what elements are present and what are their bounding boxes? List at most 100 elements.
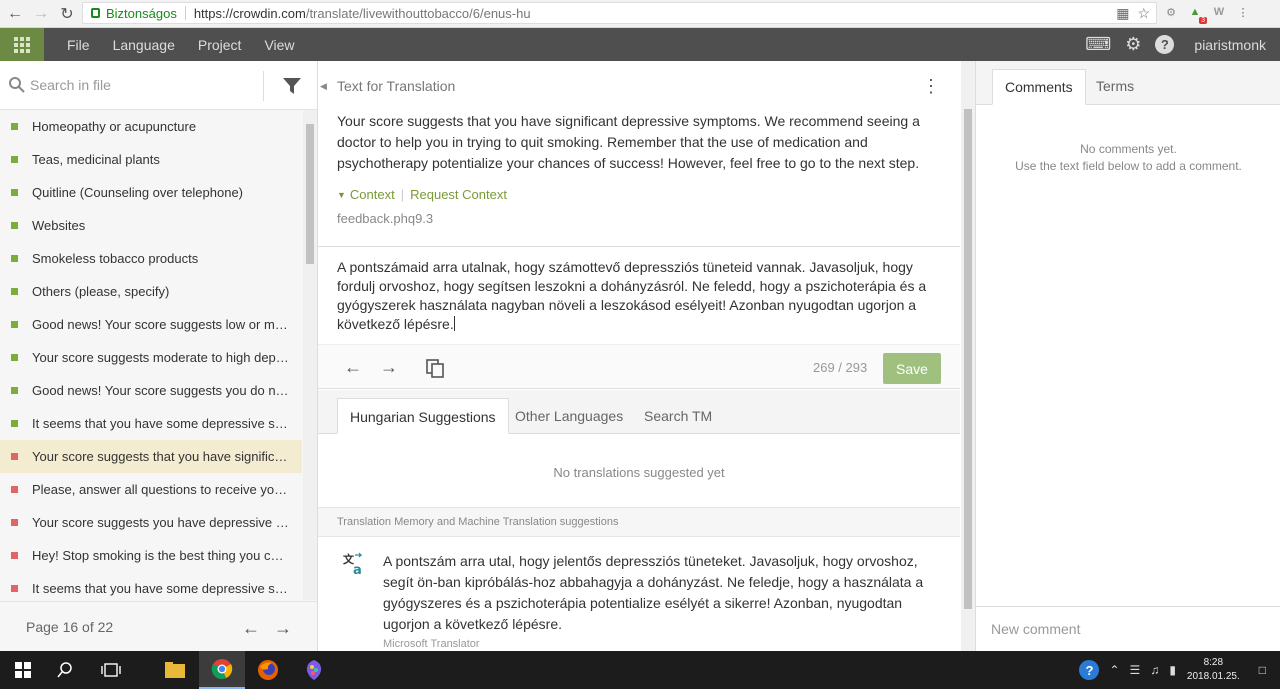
status-dot: [11, 255, 18, 262]
context-link[interactable]: Context: [350, 187, 395, 202]
arrow-left-icon[interactable]: ←: [344, 357, 362, 378]
windows-start-icon[interactable]: [0, 651, 46, 689]
list-item[interactable]: Good news! Your score suggests you do no…: [0, 374, 302, 407]
tab-hungarian-suggestions[interactable]: Hungarian Suggestions: [337, 398, 509, 434]
system-tray: ? ⌃ ☰ ♫ ▮ 8:28 2018.01.25. □: [1074, 651, 1280, 689]
translate-icon[interactable]: ▦: [1116, 5, 1129, 22]
list-item-label: It seems that you have some depressive s…: [32, 416, 290, 431]
page-label: Page 16 of 22: [26, 618, 114, 635]
list-item-label: Others (please, specify): [32, 284, 170, 299]
app-menu-bar: File Language Project View ⌨ ⚙ ? piarist…: [0, 28, 1280, 61]
file-explorer-icon[interactable]: [152, 651, 198, 689]
network-icon[interactable]: ☰: [1130, 663, 1141, 677]
gear-icon[interactable]: ⚙: [1125, 34, 1141, 55]
list-item-label: Good news! Your score suggests you do no…: [32, 383, 290, 398]
menu-project[interactable]: Project: [198, 37, 242, 53]
list-item[interactable]: Smokeless tobacco products: [0, 242, 302, 275]
list-item-label: Good news! Your score suggests low or mo…: [32, 317, 290, 332]
help-tray-icon[interactable]: ?: [1079, 660, 1100, 680]
list-item[interactable]: It seems that you have some depressive s…: [0, 407, 302, 440]
list-item[interactable]: Teas, medicinal plants: [0, 143, 302, 176]
chrome-icon[interactable]: [199, 651, 245, 689]
firefox-icon[interactable]: [245, 651, 291, 689]
search-input[interactable]: [30, 77, 250, 93]
clock-time: 8:28: [1203, 657, 1224, 668]
tab-search-tm[interactable]: Search TM: [632, 398, 724, 434]
svg-text:a: a: [353, 563, 362, 576]
list-item[interactable]: Your score suggests you have depressive …: [0, 506, 302, 539]
notifications-icon[interactable]: □: [1259, 663, 1266, 677]
browser-toolbar: ← → ↻ Biztonságos https://crowdin.com/tr…: [0, 0, 1280, 28]
list-item[interactable]: Hey! Stop smoking is the best thing you …: [0, 539, 302, 572]
search-icon: [9, 77, 25, 93]
status-dot: [11, 486, 18, 493]
list-item[interactable]: Homeopathy or acupuncture: [0, 110, 302, 143]
pagination: Page 16 of 22 ← →: [0, 601, 317, 651]
extension-icon[interactable]: ⚙: [1162, 3, 1180, 21]
list-item[interactable]: Websites: [0, 209, 302, 242]
status-dot: [11, 222, 18, 229]
tab-comments[interactable]: Comments: [992, 69, 1086, 105]
suggestion-tabs: Hungarian Suggestions Other Languages Se…: [318, 390, 960, 434]
more-options-icon[interactable]: ⋮: [922, 77, 940, 95]
status-dot: [11, 354, 18, 361]
tab-other-languages[interactable]: Other Languages: [503, 398, 635, 434]
url-path: /translate/livewithouttobacco/6/enus-hu: [305, 5, 531, 21]
list-item-label: Homeopathy or acupuncture: [32, 119, 197, 134]
lock-icon: [91, 8, 100, 18]
keyboard-icon[interactable]: ⌨: [1085, 34, 1111, 55]
extension-badge-icon[interactable]: ▲ 3: [1186, 3, 1207, 24]
translation-textarea[interactable]: A pontszámaid arra utalnak, hogy számott…: [337, 258, 937, 334]
copy-source-icon[interactable]: [425, 358, 445, 378]
paint-icon[interactable]: [291, 651, 337, 689]
list-item[interactable]: Your score suggests moderate to high dep…: [0, 341, 302, 374]
request-context-link[interactable]: Request Context: [410, 187, 507, 202]
list-scrollbar[interactable]: [303, 110, 317, 600]
filter-icon[interactable]: [282, 76, 302, 96]
empty-suggestions: No translations suggested yet: [553, 465, 725, 480]
machine-translation-icon: 文 a: [343, 552, 363, 576]
new-comment-input[interactable]: [976, 606, 1280, 651]
string-list: Homeopathy or acupuncture Teas, medicina…: [0, 110, 302, 605]
battery-icon[interactable]: ▮: [1169, 663, 1176, 677]
collapse-left-icon[interactable]: ◀: [320, 81, 327, 92]
back-icon[interactable]: ←: [4, 3, 26, 25]
string-list-panel: Homeopathy or acupuncture Teas, medicina…: [0, 61, 318, 651]
bookmark-star-icon[interactable]: ☆: [1137, 5, 1150, 22]
secure-label: Biztonságos: [106, 5, 177, 21]
task-view-icon[interactable]: [88, 651, 134, 689]
reload-icon[interactable]: ↻: [56, 3, 78, 25]
clock[interactable]: 8:28 2018.01.25.: [1187, 656, 1240, 684]
username[interactable]: piaristmonk: [1194, 37, 1266, 53]
forward-icon[interactable]: →: [30, 3, 52, 25]
browser-menu-icon[interactable]: ⋮: [1234, 3, 1252, 21]
list-item[interactable]: Please, answer all questions to receive …: [0, 473, 302, 506]
arrow-right-icon[interactable]: →: [380, 357, 398, 378]
list-item-label: It seems that you have some depressive s…: [32, 581, 290, 596]
address-bar[interactable]: Biztonságos https://crowdin.com/translat…: [82, 2, 1157, 24]
list-item-label: Your score suggests that you have signif…: [32, 449, 290, 464]
status-dot: [11, 189, 18, 196]
status-dot: [11, 387, 18, 394]
mt-suggestion[interactable]: A pontszám arra utal, hogy jelentős depr…: [383, 551, 948, 635]
list-item[interactable]: Quitline (Counseling over telephone): [0, 176, 302, 209]
help-icon[interactable]: ?: [1155, 35, 1175, 54]
list-item-active[interactable]: Your score suggests that you have signif…: [0, 440, 302, 473]
list-item-label: Your score suggests you have depressive …: [32, 515, 290, 530]
search-taskbar-icon[interactable]: [42, 651, 88, 689]
wordpress-icon[interactable]: W: [1210, 3, 1228, 21]
apps-grid-icon[interactable]: [0, 28, 44, 61]
char-count: 269 / 293: [813, 360, 868, 375]
volume-icon[interactable]: ♫: [1150, 663, 1159, 677]
menu-language[interactable]: Language: [113, 37, 175, 53]
menu-file[interactable]: File: [67, 37, 90, 53]
editor-scrollbar[interactable]: [961, 61, 975, 651]
chevron-up-icon[interactable]: ⌃: [1109, 663, 1119, 677]
menu-view[interactable]: View: [264, 37, 294, 53]
tab-terms[interactable]: Terms: [1084, 69, 1146, 105]
prev-page-icon[interactable]: ←: [242, 618, 260, 639]
next-page-icon[interactable]: →: [274, 618, 292, 639]
list-item[interactable]: Others (please, specify): [0, 275, 302, 308]
save-button[interactable]: Save: [883, 353, 941, 384]
list-item[interactable]: Good news! Your score suggests low or mo…: [0, 308, 302, 341]
